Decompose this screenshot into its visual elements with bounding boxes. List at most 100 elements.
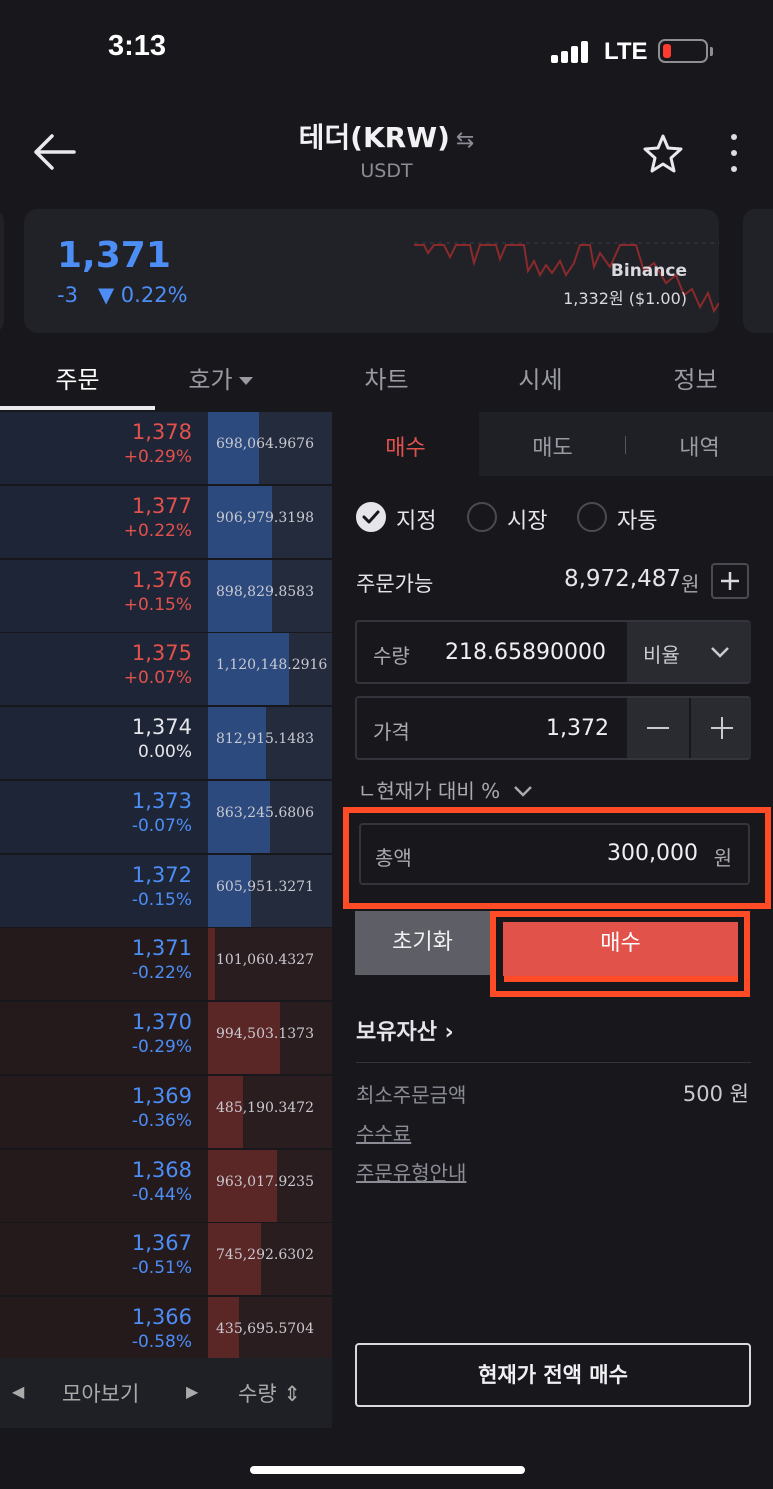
order-book-row[interactable]: 1,374 0.00% 812,915.1483 <box>0 707 332 779</box>
price-cell: 1,374 0.00% <box>0 707 208 779</box>
row-price: 1,376 <box>131 568 192 592</box>
quantity-cell: 605,951.3271 <box>208 855 332 927</box>
order-book-row[interactable]: 1,367 -0.51% 745,292.6302 <box>0 1223 332 1295</box>
order-book-row[interactable]: 1,370 -0.29% 994,503.1373 <box>0 1002 332 1074</box>
next-card-edge[interactable] <box>743 209 773 333</box>
order-book-row[interactable]: 1,368 -0.44% 963,017.9235 <box>0 1150 332 1222</box>
compare-current-price-toggle[interactable]: ㄴ현재가 대비 % <box>358 775 534 804</box>
order-type-auto[interactable]: 자동 <box>577 500 677 534</box>
row-price: 1,368 <box>131 1158 192 1182</box>
price-cell: 1,372 -0.15% <box>0 855 208 927</box>
reset-button[interactable]: 초기화 <box>355 911 490 975</box>
row-quantity: 485,190.3472 <box>216 1100 314 1116</box>
price-cell: 1,373 -0.07% <box>0 781 208 853</box>
battery-icon <box>658 39 713 63</box>
tab-orderbook[interactable]: 호가 <box>143 360 298 395</box>
row-quantity: 963,017.9235 <box>216 1174 314 1190</box>
quantity-cell: 485,190.3472 <box>208 1076 332 1148</box>
ticker-card[interactable]: 1,371 -3 ▼ 0.22% Binance 1,332원 ($1.00) <box>24 209 719 333</box>
price-field[interactable]: 가격 1,372 <box>355 696 751 760</box>
row-price: 1,374 <box>131 715 192 739</box>
more-menu-button[interactable] <box>720 130 748 176</box>
row-percent: +0.07% <box>123 668 192 688</box>
swap-icon[interactable]: ⇆ <box>456 128 474 153</box>
order-book: 1,378 +0.29% 698,064.9676 1,377 +0.22% 906,97… <box>0 412 332 1369</box>
status-bar: 3:13 LTE <box>0 0 773 100</box>
order-book-row[interactable]: 1,378 +0.29% 698,064.9676 <box>0 412 332 484</box>
order-type-limit[interactable]: 지정 <box>356 500 456 534</box>
divider <box>356 1062 751 1063</box>
order-type-guide-link[interactable]: 주문유형안내 <box>356 1157 466 1186</box>
order-panel-tabs: 매수 매도 내역 <box>332 412 773 476</box>
price-value[interactable]: 1,372 <box>546 716 609 741</box>
current-price: 1,371 <box>57 235 171 276</box>
row-percent: +0.15% <box>123 595 192 615</box>
buy-highlight-box <box>490 911 750 997</box>
price-change: -3 ▼ 0.22% <box>57 283 188 307</box>
order-book-footer: ◀ 모아보기 ▶ 수량 ⇕ <box>0 1358 332 1428</box>
quantity-label: 수량 <box>373 644 410 668</box>
row-price: 1,369 <box>131 1084 192 1108</box>
order-book-row[interactable]: 1,372 -0.15% 605,951.3271 <box>0 855 332 927</box>
holdings-link[interactable]: 보유자산 › <box>356 1014 454 1046</box>
fee-link[interactable]: 수수료 <box>356 1118 411 1147</box>
total-highlight-box <box>343 807 771 909</box>
tab-info[interactable]: 정보 <box>618 360 773 395</box>
quantity-value[interactable]: 218.65890000 <box>445 640 606 665</box>
row-percent: -0.29% <box>131 1037 192 1057</box>
row-percent: -0.36% <box>131 1111 192 1131</box>
order-type-auto-label: 자동 <box>617 509 658 534</box>
next-arrow-icon[interactable]: ▶ <box>186 1382 198 1401</box>
row-price: 1,366 <box>131 1305 192 1329</box>
tab-buy[interactable]: 매수 <box>332 430 479 462</box>
quantity-cell: 812,915.1483 <box>208 707 332 779</box>
order-type-market[interactable]: 시장 <box>467 500 567 534</box>
active-tab-indicator <box>0 406 155 410</box>
row-quantity: 435,695.5704 <box>216 1321 314 1337</box>
order-book-row-current[interactable]: 1,371 -0.22% 101,060.4327 <box>0 928 332 1000</box>
price-cell: 1,370 -0.29% <box>0 1002 208 1074</box>
tab-market[interactable]: 시세 <box>463 360 618 395</box>
network-label: LTE <box>604 38 648 65</box>
full-buy-button[interactable]: 현재가 전액 매수 <box>355 1343 751 1407</box>
group-view-label[interactable]: 모아보기 <box>62 1378 139 1408</box>
prev-card-edge[interactable] <box>0 209 4 333</box>
tab-orderbook-label: 호가 <box>188 366 233 394</box>
quantity-cell: 994,503.1373 <box>208 1002 332 1074</box>
order-book-row[interactable]: 1,376 +0.15% 898,829.8583 <box>0 560 332 632</box>
tab-market-label: 시세 <box>518 366 563 394</box>
change-amount: -3 <box>57 283 78 307</box>
price-cell: 1,369 -0.36% <box>0 1076 208 1148</box>
available-label: 주문가능 <box>356 572 434 596</box>
tab-history[interactable]: 내역 <box>626 430 773 462</box>
main-tabs: 주문 호가 차트 시세 정보 <box>0 346 773 412</box>
deposit-button[interactable] <box>711 563 749 599</box>
check-circle-icon <box>356 502 386 532</box>
qty-sort-toggle[interactable]: 수량 ⇕ <box>238 1378 301 1408</box>
order-book-row[interactable]: 1,369 -0.36% 485,190.3472 <box>0 1076 332 1148</box>
price-cell: 1,371 -0.22% <box>0 928 208 1000</box>
row-price: 1,372 <box>131 863 192 887</box>
price-cell: 1,378 +0.29% <box>0 412 208 484</box>
price-increase-button[interactable] <box>689 698 751 758</box>
signal-icon <box>551 41 591 63</box>
ratio-dropdown[interactable]: 비율 <box>627 622 751 682</box>
order-book-row[interactable]: 1,377 +0.22% 906,979.3198 <box>0 486 332 558</box>
favorite-button[interactable] <box>641 132 685 176</box>
quantity-cell: 698,064.9676 <box>208 412 332 484</box>
row-price: 1,367 <box>131 1231 192 1255</box>
order-book-row[interactable]: 1,373 -0.07% 863,245.6806 <box>0 781 332 853</box>
tab-order[interactable]: 주문 <box>0 360 155 395</box>
app-header: 테더(KRW) ⇆ USDT <box>0 100 773 200</box>
tab-sell[interactable]: 매도 <box>479 430 626 462</box>
price-cell: 1,376 +0.15% <box>0 560 208 632</box>
quantity-cell: 745,292.6302 <box>208 1223 332 1295</box>
order-type-group: 지정 시장 자동 <box>356 500 756 536</box>
order-book-row[interactable]: 1,375 +0.07% 1,120,148.2916 <box>0 633 332 705</box>
prev-arrow-icon[interactable]: ◀ <box>12 1382 24 1401</box>
price-label: 가격 <box>373 720 410 744</box>
row-quantity: 898,829.8583 <box>216 584 314 600</box>
price-decrease-button[interactable] <box>627 698 689 758</box>
quantity-field[interactable]: 수량 218.65890000 비율 <box>355 620 751 684</box>
tab-chart[interactable]: 차트 <box>309 360 464 395</box>
